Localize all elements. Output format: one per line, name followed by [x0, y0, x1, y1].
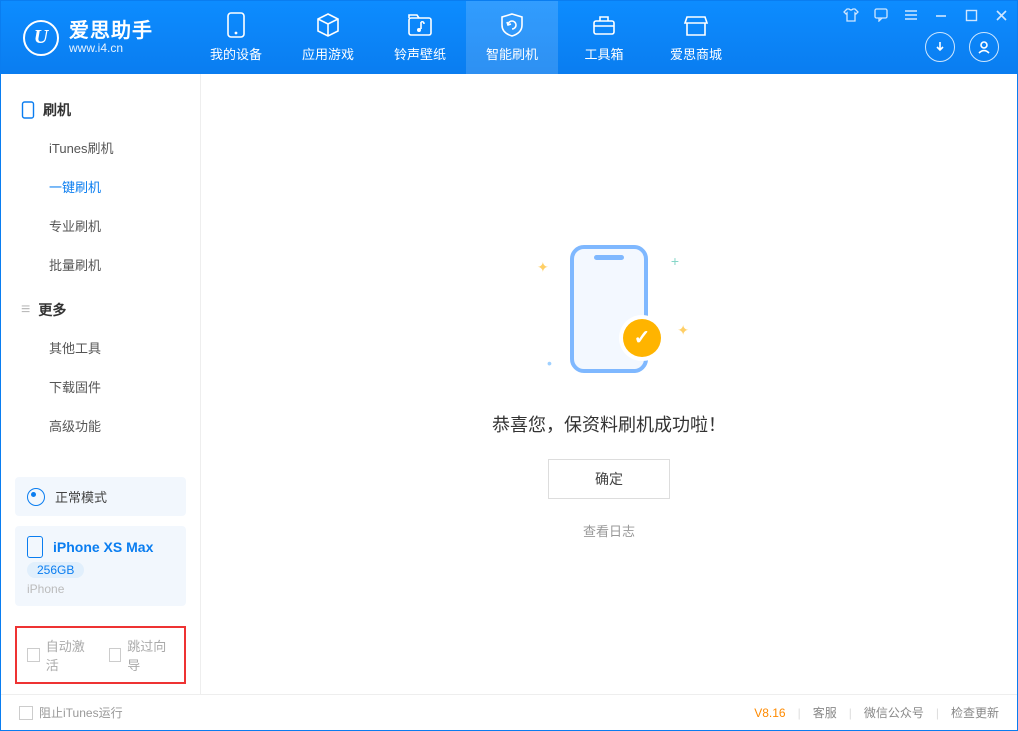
ok-button[interactable]: 确定: [548, 459, 670, 499]
app-title-en: www.i4.cn: [69, 42, 153, 55]
sidebar-group-flash: 刷机 iTunes刷机 一键刷机 专业刷机 批量刷机: [1, 92, 200, 284]
flash-options: 自动激活 跳过向导: [15, 626, 186, 684]
phone-icon: [223, 12, 249, 38]
device-type: iPhone: [27, 582, 64, 596]
body: 刷机 iTunes刷机 一键刷机 专业刷机 批量刷机 ≡ 更多 其他工具 下载固…: [1, 74, 1017, 694]
status-link-wechat[interactable]: 微信公众号: [864, 704, 924, 721]
app-title: 爱思助手 www.i4.cn: [69, 20, 153, 55]
checkbox-label: 自动激活: [46, 636, 93, 674]
success-illustration: ✦ + • ✦ ✓: [529, 229, 689, 389]
success-message: 恭喜您，保资料刷机成功啦！: [492, 411, 726, 437]
version-label: V8.16: [754, 706, 785, 720]
store-icon: [683, 12, 709, 38]
sparkle-icon: ✦: [537, 259, 549, 276]
tab-my-device[interactable]: 我的设备: [190, 1, 282, 74]
app-window: U 爱思助手 www.i4.cn 我的设备 应用游戏 铃声壁纸 智能刷机: [0, 0, 1018, 731]
tab-label: 我的设备: [210, 44, 262, 63]
sidebar-item-advanced[interactable]: 高级功能: [1, 406, 200, 445]
close-button[interactable]: [991, 5, 1011, 25]
tab-ringtones[interactable]: 铃声壁纸: [374, 1, 466, 74]
checkbox-icon: [19, 706, 33, 720]
app-title-cn: 爱思助手: [69, 20, 153, 42]
cube-icon: [315, 12, 341, 38]
checkbox-block-itunes[interactable]: 阻止iTunes运行: [19, 704, 123, 721]
device-icon: [27, 536, 43, 558]
toolbox-icon: [591, 12, 617, 38]
refresh-shield-icon: [499, 12, 525, 38]
tab-toolbox[interactable]: 工具箱: [558, 1, 650, 74]
sparkle-icon: •: [547, 355, 552, 371]
sidebar-item-pro-flash[interactable]: 专业刷机: [1, 206, 200, 245]
tab-label: 智能刷机: [486, 44, 538, 63]
sidebar-item-itunes-flash[interactable]: iTunes刷机: [1, 128, 200, 167]
sidebar-group-title: 刷机: [1, 92, 200, 128]
sidebar-item-download-firmware[interactable]: 下载固件: [1, 367, 200, 406]
tshirt-icon[interactable]: [841, 5, 861, 25]
sparkle-icon: ✦: [677, 322, 689, 339]
feedback-icon[interactable]: [871, 5, 891, 25]
tab-flash[interactable]: 智能刷机: [466, 1, 558, 74]
sidebar-item-batch-flash[interactable]: 批量刷机: [1, 245, 200, 284]
mode-icon: [27, 488, 45, 506]
more-icon: ≡: [21, 301, 30, 319]
download-button[interactable]: [925, 32, 955, 62]
maximize-button[interactable]: [961, 5, 981, 25]
sidebar-item-other-tools[interactable]: 其他工具: [1, 328, 200, 367]
app-logo-icon: U: [23, 20, 59, 56]
device-capacity: 256GB: [27, 562, 84, 578]
sidebar-item-oneclick-flash[interactable]: 一键刷机: [1, 167, 200, 206]
view-log-link[interactable]: 查看日志: [583, 521, 635, 540]
checkbox-skip-wizard[interactable]: 跳过向导: [109, 636, 175, 674]
tab-label: 爱思商城: [670, 44, 722, 63]
status-link-support[interactable]: 客服: [813, 704, 837, 721]
tab-apps[interactable]: 应用游戏: [282, 1, 374, 74]
phone-outline-icon: [21, 101, 35, 119]
checkbox-label: 跳过向导: [127, 636, 174, 674]
logo-area: U 爱思助手 www.i4.cn: [1, 20, 175, 56]
sparkle-icon: +: [671, 253, 679, 269]
checkbox-label: 阻止iTunes运行: [39, 704, 123, 721]
sidebar: 刷机 iTunes刷机 一键刷机 专业刷机 批量刷机 ≡ 更多 其他工具 下载固…: [1, 74, 201, 694]
menu-icon[interactable]: [901, 5, 921, 25]
account-button[interactable]: [969, 32, 999, 62]
statusbar: 阻止iTunes运行 V8.16 | 客服 | 微信公众号 | 检查更新: [1, 694, 1017, 730]
main-content: ✦ + • ✦ ✓ 恭喜您，保资料刷机成功啦！ 确定 查看日志: [201, 74, 1017, 694]
sidebar-group-more: ≡ 更多 其他工具 下载固件 高级功能: [1, 292, 200, 445]
sidebar-scroll: 刷机 iTunes刷机 一键刷机 专业刷机 批量刷机 ≡ 更多 其他工具 下载固…: [1, 74, 200, 467]
checkbox-icon: [27, 648, 40, 662]
device-area: 正常模式 iPhone XS Max 256GB iPhone: [1, 467, 200, 626]
checkbox-auto-activate[interactable]: 自动激活: [27, 636, 93, 674]
tab-label: 应用游戏: [302, 44, 354, 63]
checkmark-badge-icon: ✓: [623, 319, 661, 357]
tab-label: 工具箱: [584, 44, 623, 63]
mode-box[interactable]: 正常模式: [15, 477, 186, 516]
header-actions: [925, 32, 999, 62]
mode-label: 正常模式: [55, 487, 107, 506]
sidebar-group-title: ≡ 更多: [1, 292, 200, 328]
window-controls: [841, 5, 1011, 25]
tab-label: 铃声壁纸: [394, 44, 446, 63]
music-folder-icon: [407, 12, 433, 38]
tabs: 我的设备 应用游戏 铃声壁纸 智能刷机 工具箱 爱思商城: [190, 1, 742, 74]
device-box[interactable]: iPhone XS Max 256GB iPhone: [15, 526, 186, 606]
minimize-button[interactable]: [931, 5, 951, 25]
tab-store[interactable]: 爱思商城: [650, 1, 742, 74]
checkbox-icon: [109, 648, 122, 662]
device-name: iPhone XS Max: [53, 539, 153, 555]
titlebar: U 爱思助手 www.i4.cn 我的设备 应用游戏 铃声壁纸 智能刷机: [1, 1, 1017, 74]
status-link-update[interactable]: 检查更新: [951, 704, 999, 721]
